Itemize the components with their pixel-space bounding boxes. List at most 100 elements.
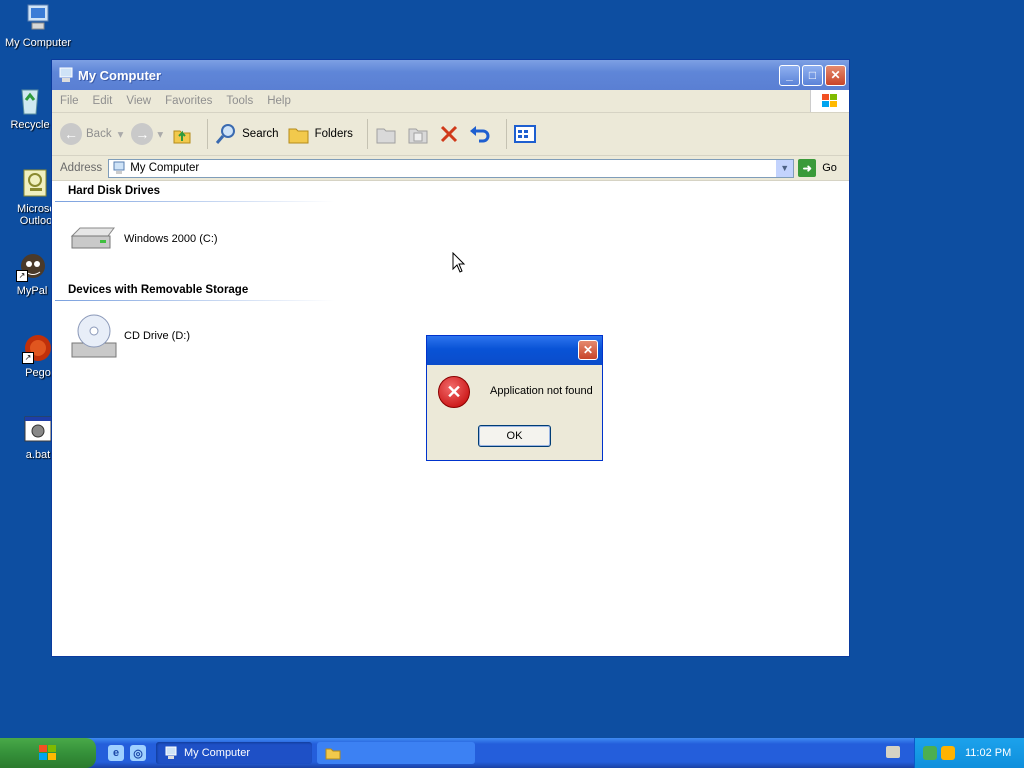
mouse-cursor-icon (452, 252, 466, 273)
drive-item-d[interactable]: CD Drive (D:) (70, 311, 190, 361)
mypal-icon: ↗ (16, 250, 48, 282)
address-input[interactable]: My Computer ▼ (108, 158, 795, 178)
search-tray-icon[interactable] (941, 746, 955, 760)
search-button[interactable]: Search (214, 122, 279, 146)
folder-icon (325, 748, 341, 760)
section-divider (55, 201, 335, 202)
my-computer-icon (113, 161, 125, 174)
dropdown-arrow-icon: ▾ (157, 129, 164, 141)
address-value: My Computer (130, 162, 200, 174)
close-icon: ✕ (830, 68, 841, 82)
my-computer-icon (165, 746, 177, 759)
shortcut-arrow-icon: ↗ (16, 270, 28, 282)
standard-toolbar: ← Back ▾ → ▾ Search Folders (52, 113, 849, 156)
menu-bar: File Edit View Favorites Tools Help (52, 90, 849, 113)
network-icon[interactable] (923, 746, 937, 760)
system-tray: 11:02 PM (914, 738, 1024, 768)
minimize-icon: _ (786, 68, 793, 82)
dialog-message: Application not found (490, 385, 593, 397)
search-icon (216, 124, 236, 144)
start-button[interactable] (0, 738, 96, 768)
error-icon: ✕ (438, 376, 470, 408)
section-header-hard-disks: Hard Disk Drives (68, 185, 161, 197)
back-arrow-icon: ← (60, 123, 82, 145)
menu-favorites[interactable]: Favorites (165, 95, 212, 107)
desktop-icon-label: My Computer (4, 37, 72, 49)
forward-arrow-icon: → (131, 123, 154, 145)
taskbar-item-label: My Computer (184, 747, 251, 759)
section-divider (55, 300, 335, 301)
undo-button[interactable] (468, 123, 492, 145)
hard-disk-icon (70, 227, 115, 249)
maximize-icon: □ (808, 68, 817, 82)
close-icon: ✕ (582, 343, 594, 357)
menu-view[interactable]: View (126, 95, 151, 107)
taskbar: e ◎ My Computer 11:02 PM (0, 738, 1024, 768)
close-button[interactable]: ✕ (825, 64, 846, 86)
folders-icon (288, 128, 309, 144)
back-label: Back (86, 128, 112, 140)
dialog-titlebar[interactable]: ✕ (427, 336, 602, 365)
section-header-removable: Devices with Removable Storage (68, 284, 249, 296)
dialog-close-button[interactable]: ✕ (578, 340, 598, 360)
toolbar-separator (366, 119, 368, 149)
drive-label: Windows 2000 (C:) (124, 233, 218, 245)
back-button[interactable]: ← Back ▾ (60, 123, 123, 145)
batch-file-icon (22, 414, 54, 446)
internet-explorer-icon[interactable]: e (108, 745, 124, 761)
clock[interactable]: 11:02 PM (965, 747, 1011, 759)
window-title: My Computer (78, 67, 162, 83)
quick-launch: e ◎ (108, 745, 146, 761)
copy-to-button[interactable] (406, 123, 430, 145)
window-titlebar[interactable]: My Computer _ □ ✕ (52, 60, 849, 90)
taskbar-item-my-computer[interactable]: My Computer (156, 742, 312, 764)
address-bar: Address My Computer ▼ ➜ Go (52, 156, 849, 181)
windows-logo-icon (39, 745, 56, 760)
go-arrow-icon: ➜ (798, 159, 817, 177)
go-button[interactable]: ➜ Go (798, 159, 837, 177)
toolbar-separator (505, 119, 507, 149)
chevron-down-icon: ▼ (780, 163, 790, 173)
desktop-icon-my-computer[interactable]: My Computer (0, 2, 76, 49)
move-to-icon (376, 128, 396, 144)
folders-button[interactable]: Folders (287, 123, 353, 145)
delete-icon (440, 125, 457, 143)
maximize-button[interactable]: □ (802, 64, 823, 86)
toolbar-separator (207, 119, 209, 149)
undo-icon (469, 126, 490, 143)
views-button[interactable] (513, 123, 537, 145)
folder-up-icon (173, 130, 191, 144)
minimize-button[interactable]: _ (779, 64, 800, 86)
drive-label: CD Drive (D:) (124, 330, 190, 342)
delete-button[interactable] (438, 123, 460, 145)
menu-help[interactable]: Help (267, 95, 291, 107)
up-button[interactable] (171, 123, 193, 145)
error-dialog: ✕ ✕ Application not found OK (426, 335, 603, 461)
menu-file[interactable]: File (60, 95, 79, 107)
address-label: Address (60, 162, 103, 174)
my-computer-icon (59, 67, 73, 82)
cd-drive-icon (71, 314, 117, 358)
forward-button[interactable]: → ▾ (131, 123, 163, 145)
recycle-bin-icon (14, 84, 46, 116)
taskbar-item-folder[interactable] (317, 742, 475, 764)
address-dropdown-button[interactable]: ▼ (776, 159, 794, 177)
search-label: Search (242, 128, 279, 140)
keyboard-icon[interactable] (886, 746, 900, 758)
folders-label: Folders (314, 128, 353, 140)
menu-edit[interactable]: Edit (93, 95, 113, 107)
dropdown-arrow-icon: ▾ (117, 129, 124, 141)
pego-icon: ↗ (22, 332, 54, 364)
quick-launch-app-icon[interactable]: ◎ (130, 745, 146, 761)
copy-to-icon (408, 128, 428, 144)
outlook-icon (20, 168, 52, 200)
dialog-body: ✕ Application not found OK (427, 365, 602, 460)
views-icon (513, 125, 536, 143)
move-to-button[interactable] (374, 123, 398, 145)
go-label: Go (822, 162, 837, 174)
windows-logo-icon (810, 90, 849, 112)
ok-button[interactable]: OK (478, 425, 551, 447)
menu-tools[interactable]: Tools (226, 95, 253, 107)
drive-item-c[interactable]: Windows 2000 (C:) (70, 224, 218, 254)
shortcut-arrow-icon: ↗ (22, 352, 34, 364)
